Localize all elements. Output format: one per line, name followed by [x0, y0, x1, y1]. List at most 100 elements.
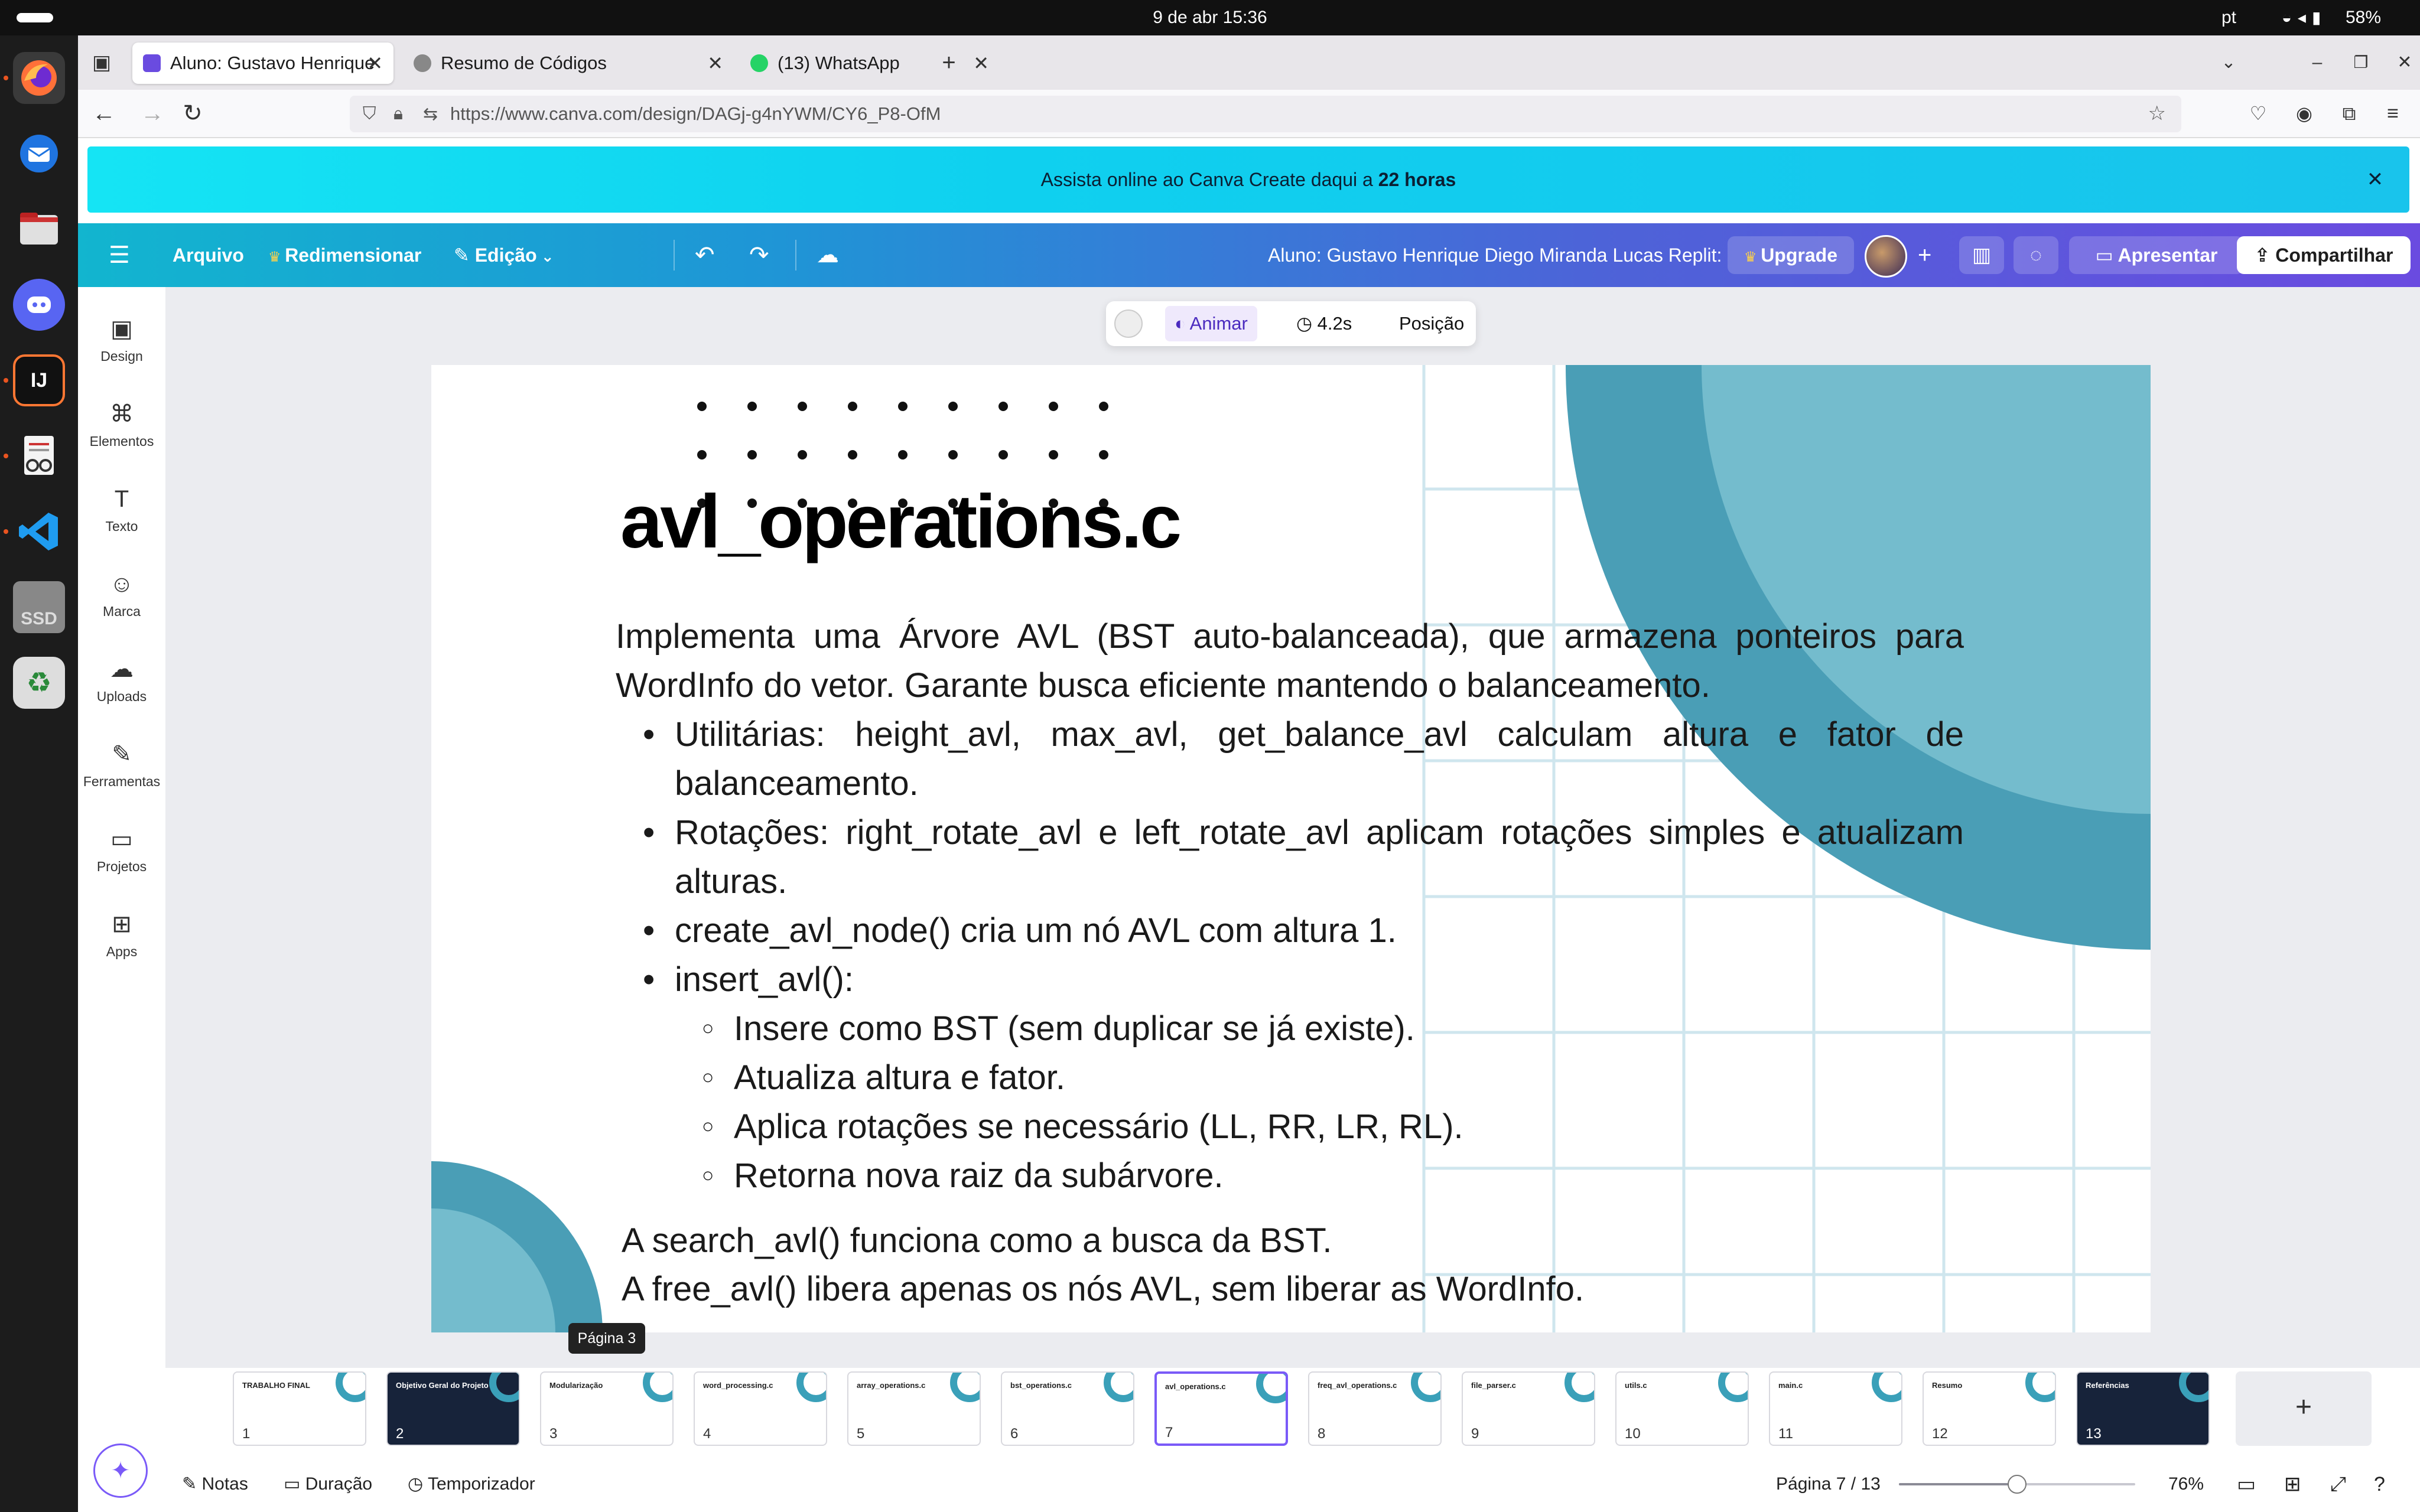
- page-thumbnail[interactable]: TRABALHO FINAL 1: [233, 1371, 366, 1446]
- pages-view-icon[interactable]: ▭: [2237, 1456, 2256, 1512]
- page-thumbnail[interactable]: utils.c 10: [1615, 1371, 1749, 1446]
- intellij-icon[interactable]: IJ: [13, 354, 65, 406]
- zoom-slider[interactable]: [1899, 1475, 2135, 1494]
- battery-level: 58%: [2346, 8, 2382, 27]
- undo-icon[interactable]: ↶: [695, 223, 715, 287]
- sidebar-item-projects[interactable]: ▭ Projetos: [78, 825, 165, 875]
- duration-button[interactable]: ◷ 4.2s: [1296, 301, 1352, 346]
- cloud-save-icon[interactable]: ☁: [817, 223, 839, 287]
- thumbnail-title: avl_operations.c: [1165, 1382, 1226, 1391]
- document-title[interactable]: Aluno: Gustavo Henrique Diego Miranda Lu…: [1268, 223, 1722, 287]
- document-viewer-icon[interactable]: [13, 430, 65, 482]
- close-tab-icon[interactable]: ✕: [707, 52, 723, 74]
- help-icon[interactable]: ?: [2374, 1456, 2385, 1512]
- resize-button[interactable]: ♛ Redimensionar: [268, 223, 421, 289]
- lock-icon[interactable]: 🔒︎: [393, 104, 403, 124]
- magic-assistant-button[interactable]: ✦: [93, 1443, 148, 1498]
- page-indicator[interactable]: Página 7 / 13: [1776, 1456, 1881, 1512]
- vscode-icon[interactable]: [13, 506, 65, 558]
- page-thumbnail[interactable]: Referências 13: [2076, 1371, 2210, 1446]
- color-swatch[interactable]: [1114, 309, 1143, 338]
- menu-icon[interactable]: ≡: [2377, 98, 2408, 129]
- sidebar-item-design[interactable]: ▣ Design: [78, 314, 165, 364]
- tab-resumo-codigos[interactable]: Resumo de Códigos ✕: [403, 43, 734, 84]
- account-icon[interactable]: ◉: [2289, 98, 2320, 129]
- files-icon[interactable]: [13, 203, 65, 255]
- list-all-tabs-icon[interactable]: ⌄: [2213, 47, 2244, 78]
- sidebar-item-brand[interactable]: ☺ Marca: [78, 569, 165, 620]
- slide-body-text[interactable]: Implementa uma Árvore AVL (BST auto-bala…: [616, 612, 1964, 1200]
- reload-icon[interactable]: ↻: [177, 98, 208, 129]
- page-thumbnail[interactable]: word_processing.c 4: [694, 1371, 827, 1446]
- list-item: Utilitárias: height_avl, max_avl, get_ba…: [616, 710, 1964, 808]
- firefox-icon[interactable]: [13, 52, 65, 104]
- zoom-level[interactable]: 76%: [2168, 1456, 2204, 1512]
- slide-footer-text[interactable]: A search_avl() funciona como a busca da …: [622, 1217, 1584, 1314]
- maximize-window-icon[interactable]: ❐: [2346, 47, 2376, 78]
- avatar[interactable]: [1865, 235, 1907, 278]
- tab-list-icon[interactable]: ▣: [86, 47, 117, 78]
- new-tab-icon[interactable]: +: [933, 47, 964, 78]
- sidebar-item-elements[interactable]: ⌘ Elementos: [78, 399, 165, 449]
- page-thumbnail[interactable]: array_operations.c 5: [847, 1371, 981, 1446]
- back-icon[interactable]: ←: [89, 98, 119, 129]
- grid-view-icon[interactable]: ⊞: [2284, 1456, 2301, 1512]
- zoom-slider-handle[interactable]: [2008, 1475, 2027, 1494]
- close-window-icon[interactable]: ✕: [2389, 47, 2420, 78]
- extensions-icon[interactable]: ⧉: [2334, 98, 2364, 129]
- bookmark-star-icon[interactable]: ☆: [2148, 102, 2166, 125]
- system-status-icons[interactable]: ◒◂▮: [2282, 0, 2327, 35]
- sidebar-item-text[interactable]: T Texto: [78, 484, 165, 535]
- editing-mode-dropdown[interactable]: ✎ Edição ⌄: [454, 223, 554, 288]
- sidebar-item-apps[interactable]: ⊞ Apps: [78, 910, 165, 960]
- add-collaborator-icon[interactable]: +: [1918, 223, 1931, 287]
- running-indicator: [4, 529, 8, 534]
- slide-title[interactable]: avl_operations.c: [620, 478, 1182, 565]
- url-field[interactable]: ⛉ 🔒︎ ⇆ https://www.canva.com/design/DAGj…: [350, 96, 2181, 132]
- thunderbird-icon[interactable]: [13, 128, 65, 180]
- permissions-icon[interactable]: ⇆: [423, 104, 438, 125]
- page-thumbnail[interactable]: file_parser.c 9: [1462, 1371, 1595, 1446]
- sidebar-item-tools[interactable]: ✎ Ferramentas: [78, 739, 165, 790]
- list-item: create_avl_node() cria um nó AVL com alt…: [616, 906, 1964, 955]
- redo-icon[interactable]: ↷: [749, 223, 769, 287]
- upgrade-button[interactable]: ♛ Upgrade: [1728, 236, 1854, 274]
- main-menu-icon[interactable]: ☰: [109, 223, 130, 287]
- pocket-icon[interactable]: ♡: [2243, 98, 2273, 129]
- ssd-drive-icon[interactable]: SSD: [13, 581, 65, 633]
- close-tab-icon[interactable]: ✕: [367, 52, 383, 74]
- keyboard-language[interactable]: pt: [2221, 0, 2236, 35]
- trash-icon[interactable]: ♻: [13, 657, 65, 709]
- page-thumbnail[interactable]: Resumo 12: [1923, 1371, 2056, 1446]
- page-thumbnail[interactable]: freq_avl_operations.c 8: [1308, 1371, 1442, 1446]
- fullscreen-icon[interactable]: ⤢: [2330, 1456, 2346, 1512]
- slide-canvas[interactable]: avl_operations.c Implementa uma Árvore A…: [431, 365, 2151, 1332]
- thumbnail-page-number: 10: [1625, 1426, 1641, 1442]
- page-thumbnail[interactable]: avl_operations.c 7: [1154, 1371, 1288, 1446]
- close-tab-icon[interactable]: ✕: [973, 52, 989, 74]
- share-button[interactable]: ⇪ Compartilhar: [2237, 236, 2411, 274]
- minimize-window-icon[interactable]: –: [2302, 47, 2333, 78]
- discord-icon[interactable]: [13, 279, 65, 331]
- page-thumbnail[interactable]: bst_operations.c 6: [1001, 1371, 1134, 1446]
- animate-button[interactable]: ◐ Animar: [1165, 306, 1257, 341]
- system-clock[interactable]: 9 de abr 15:36: [0, 0, 2420, 35]
- tracking-protection-icon[interactable]: ⛉: [363, 104, 376, 124]
- position-button[interactable]: Posição: [1399, 301, 1464, 346]
- tab-canva-design[interactable]: Aluno: Gustavo Henrique ✕: [132, 43, 393, 84]
- thumbnail-page-number: 3: [549, 1426, 558, 1442]
- close-banner-icon[interactable]: ✕: [2359, 163, 2392, 196]
- add-page-button[interactable]: +: [2236, 1371, 2372, 1446]
- present-button[interactable]: ▭ Apresentar: [2069, 236, 2244, 274]
- comments-icon[interactable]: ◌: [2014, 236, 2058, 274]
- page-thumbnail[interactable]: main.c 11: [1769, 1371, 1902, 1446]
- timer-button[interactable]: ◷ Temporizador: [408, 1456, 535, 1512]
- page-thumbnail[interactable]: Modularização 3: [540, 1371, 674, 1446]
- forward-icon[interactable]: →: [137, 98, 168, 129]
- file-menu[interactable]: Arquivo: [173, 223, 244, 287]
- insights-chart-icon[interactable]: ▥: [1959, 236, 2004, 274]
- duration-toggle[interactable]: ▭ Duração: [284, 1456, 372, 1512]
- notes-button[interactable]: ✎ Notas: [182, 1456, 248, 1512]
- sidebar-item-uploads[interactable]: ☁ Uploads: [78, 654, 165, 705]
- page-thumbnail[interactable]: Objetivo Geral do Projeto 2: [386, 1371, 520, 1446]
